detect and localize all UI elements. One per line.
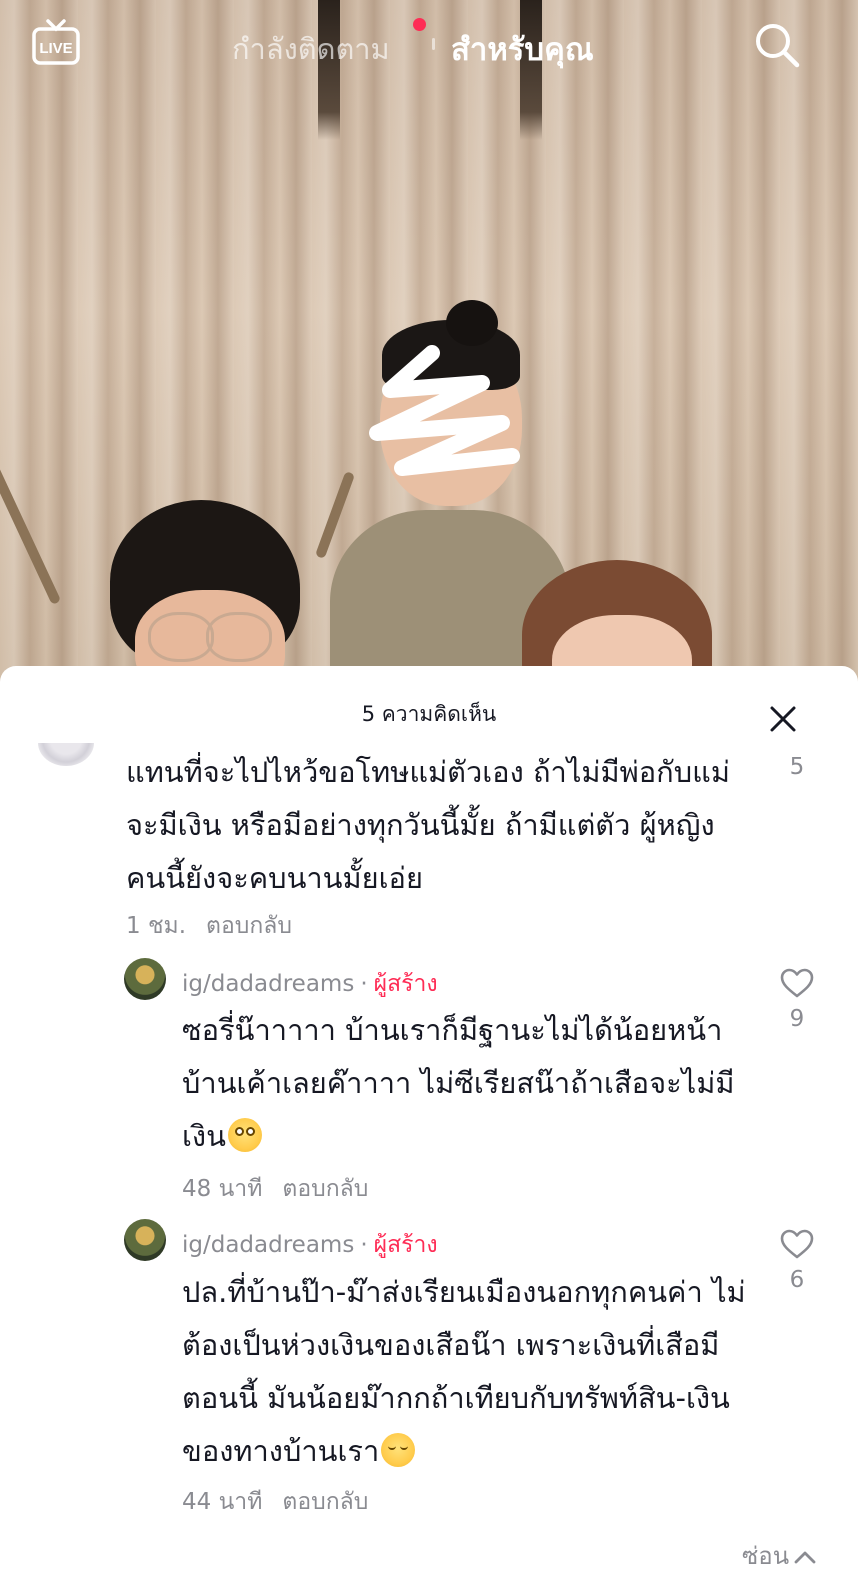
reply-button[interactable]: ตอบกลับ	[282, 1176, 368, 1202]
reply-text-body: ซอรี่น๊าาาาา บ้านเราก็มีฐานะไม่ได้น้อยหน…	[182, 1013, 735, 1153]
reply-text-body: ปล.ที่บ้านป๊า-ม๊าส่งเรียนเมืองนอกทุกคนค่…	[182, 1275, 746, 1468]
reply-author: ig/dadadreams · ผู้สร้าง	[182, 966, 438, 1002]
comment-text: แทนที่จะไปไหว้ขอโทษแม่ตัวเอง ถ้าไม่มีพ่อ…	[126, 755, 730, 895]
creator-badge: ผู้สร้าง	[373, 971, 438, 997]
comments-sheet: 5 ความคิดเห็น แทนที่จะไปไหว้ขอโทษแม่ตัวเ…	[0, 666, 858, 1591]
heart-icon[interactable]	[780, 968, 814, 998]
separator: ·	[360, 1232, 368, 1258]
search-icon[interactable]	[752, 20, 802, 70]
separator: ·	[360, 971, 368, 997]
comments-count-title: 5 ความคิดเห็น	[361, 702, 497, 726]
svg-text:LIVE: LIVE	[39, 40, 72, 57]
video-player[interactable]	[0, 0, 858, 690]
creator-badge: ผู้สร้าง	[373, 1232, 438, 1258]
username[interactable]: ig/dadadreams	[182, 1232, 354, 1258]
reply-meta: 48 นาที ตอบกลับ	[182, 1171, 368, 1207]
notification-dot	[413, 18, 426, 31]
hide-replies-button[interactable]: ซ่อน	[742, 1536, 817, 1575]
avatar[interactable]	[124, 1219, 166, 1261]
tab-for-you[interactable]: สำหรับคุณ	[451, 24, 594, 74]
live-tv-icon[interactable]: LIVE	[30, 18, 82, 70]
like-count: 5	[789, 754, 805, 780]
chevron-up-icon	[794, 1551, 816, 1564]
username[interactable]: ig/dadadreams	[182, 971, 354, 997]
heart-icon[interactable]	[780, 1229, 814, 1259]
reply-button[interactable]: ตอบกลับ	[282, 1489, 368, 1515]
hide-label: ซ่อน	[742, 1542, 790, 1570]
comment-time: 1 ชม.	[126, 913, 187, 939]
close-icon[interactable]	[768, 704, 798, 734]
tab-separator	[432, 38, 435, 50]
reply-time: 44 นาที	[182, 1489, 263, 1515]
flushed-face-emoji	[227, 1118, 262, 1152]
glasses	[148, 612, 214, 662]
tab-following[interactable]: กำลังติดตาม	[232, 26, 390, 72]
reply-meta: 44 นาที ตอบกลับ	[182, 1484, 368, 1520]
relieved-face-emoji	[381, 1433, 416, 1467]
glasses	[206, 612, 272, 662]
like-count: 9	[789, 1006, 805, 1032]
reply-button[interactable]: ตอบกลับ	[206, 913, 292, 939]
top-navigation: LIVE กำลังติดตาม สำหรับคุณ	[0, 0, 858, 92]
face-scribble-overlay	[369, 345, 520, 476]
comment-meta: 1 ชม. ตอบกลับ	[126, 908, 292, 944]
reply-text: ปล.ที่บ้านป๊า-ม๊าส่งเรียนเมืองนอกทุกคนค่…	[182, 1266, 762, 1478]
reply-text: ซอรี่น๊าาาาา บ้านเราก็มีฐานะไม่ได้น้อยหน…	[182, 1004, 762, 1163]
reply-time: 48 นาที	[182, 1176, 263, 1202]
avatar[interactable]	[124, 958, 166, 1000]
reply-author: ig/dadadreams · ผู้สร้าง	[182, 1227, 438, 1263]
like-count: 6	[789, 1267, 805, 1293]
